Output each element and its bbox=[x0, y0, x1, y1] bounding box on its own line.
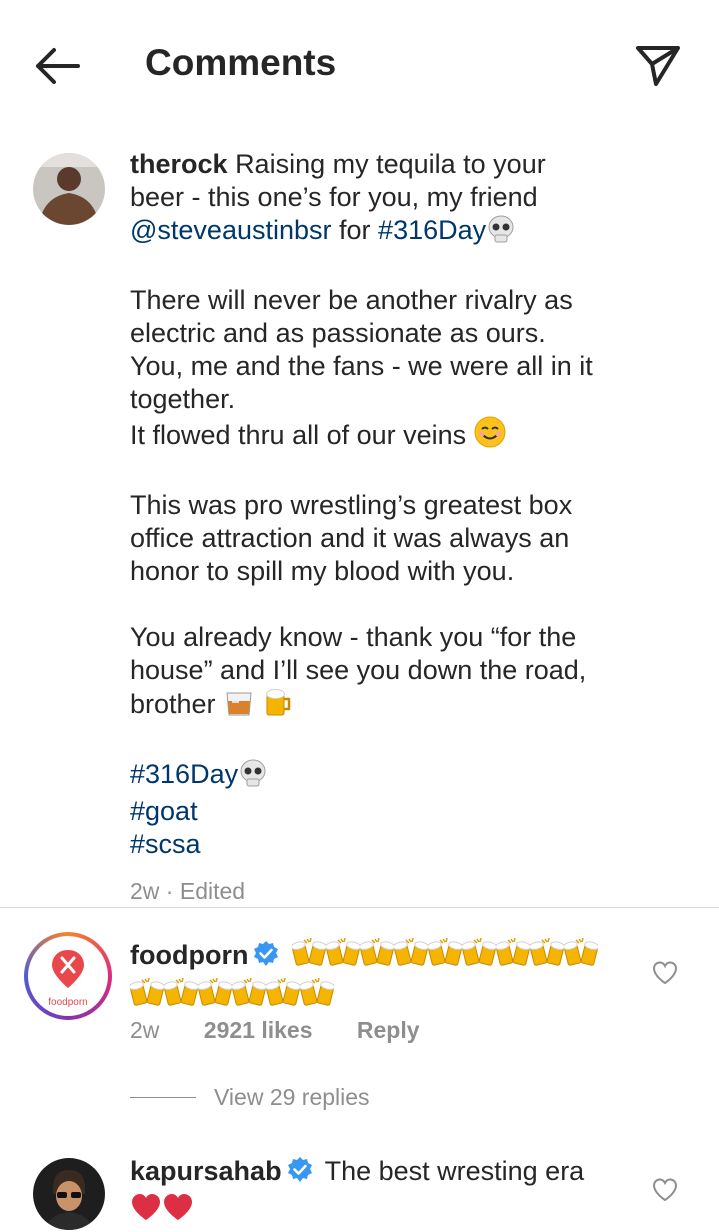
caption-line: There will never be another rivalry as bbox=[130, 285, 573, 315]
comment-likes[interactable]: 2921 likes bbox=[204, 1017, 313, 1043]
beer-mug-icon bbox=[263, 687, 293, 725]
post-time: 2w bbox=[130, 878, 160, 904]
heart-outline-icon bbox=[652, 961, 678, 985]
clinking-beer-mugs-icon bbox=[197, 976, 233, 1016]
view-replies-label: View 29 replies bbox=[214, 1084, 370, 1110]
profile-photo bbox=[33, 1158, 105, 1230]
hashtag-link[interactable]: #scsa bbox=[130, 828, 690, 861]
skull-icon bbox=[238, 759, 268, 795]
red-heart-icon bbox=[162, 1192, 194, 1230]
hashtag-link[interactable]: #316Day bbox=[378, 215, 486, 245]
divider bbox=[0, 907, 719, 908]
caption-line: office attraction and it was always an bbox=[130, 523, 570, 553]
clinking-beer-mugs-icon bbox=[359, 936, 395, 976]
smiling-face-icon bbox=[474, 416, 506, 456]
clinking-beer-mugs-icon bbox=[291, 936, 327, 976]
caption-line: Raising my tequila to your bbox=[235, 149, 546, 179]
hashtag-link[interactable]: #316Day bbox=[130, 759, 238, 789]
caption-word: for bbox=[339, 215, 371, 245]
comment-text: The best wresting era bbox=[324, 1156, 585, 1186]
paper-plane-icon bbox=[636, 46, 680, 86]
caption-line: It flowed thru all of our veins bbox=[130, 420, 467, 450]
clinking-beer-mugs-icon bbox=[393, 936, 429, 976]
post-caption: therock Raising my tequila to your beer … bbox=[130, 148, 690, 908]
mention-link[interactable]: @steveaustinbsr bbox=[130, 215, 332, 245]
author-avatar[interactable] bbox=[33, 153, 105, 225]
back-button[interactable] bbox=[28, 40, 84, 92]
caption-line: beer - this one’s for you, my friend bbox=[130, 182, 538, 212]
heart-outline-icon bbox=[652, 1178, 678, 1202]
clinking-beer-mugs-icon bbox=[529, 936, 565, 976]
share-button[interactable] bbox=[630, 40, 686, 92]
clinking-beer-mugs-emojis bbox=[291, 937, 599, 970]
caption-line: brother bbox=[130, 689, 216, 719]
post-meta: 2w · Edited bbox=[130, 878, 246, 904]
tumbler-glass-icon bbox=[223, 687, 255, 725]
caption-line: honor to spill my blood with you. bbox=[130, 556, 515, 586]
view-replies-button[interactable]: View 29 replies bbox=[130, 1084, 370, 1111]
commenter-avatar[interactable] bbox=[33, 1158, 105, 1230]
top-bar: Comments bbox=[0, 0, 719, 130]
edited-label: Edited bbox=[179, 878, 246, 904]
profile-photo bbox=[33, 153, 105, 225]
clinking-beer-mugs-icon bbox=[325, 936, 361, 976]
skull-icon bbox=[486, 215, 516, 251]
caption-line: electric and as passionate as ours. bbox=[130, 318, 546, 348]
clinking-beer-mugs-emojis bbox=[129, 976, 630, 1016]
like-comment-button[interactable] bbox=[651, 959, 679, 987]
caption-line: You already know - thank you “for the bbox=[130, 622, 577, 652]
clinking-beer-mugs-icon bbox=[163, 976, 199, 1016]
comment-username[interactable]: kapursahab bbox=[130, 1156, 282, 1186]
verified-badge-icon bbox=[252, 940, 280, 976]
hashtag-link[interactable]: #goat bbox=[130, 795, 690, 828]
replies-rule bbox=[130, 1097, 196, 1098]
svg-text:foodporn: foodporn bbox=[48, 997, 87, 1008]
caption-line: You, me and the fans - we were all in it bbox=[130, 351, 593, 381]
arrow-left-icon bbox=[36, 48, 80, 84]
clinking-beer-mugs-icon bbox=[129, 976, 165, 1016]
clinking-beer-mugs-icon bbox=[231, 976, 267, 1016]
caption-line: together. bbox=[130, 384, 236, 414]
like-comment-button[interactable] bbox=[651, 1176, 679, 1204]
clinking-beer-mugs-icon bbox=[299, 976, 335, 1016]
author-username[interactable]: therock bbox=[130, 149, 228, 179]
reply-button[interactable]: Reply bbox=[357, 1017, 420, 1043]
caption-line: house” and I’ll see you down the road, bbox=[130, 655, 587, 685]
comment-meta: 2w 2921 likes Reply bbox=[130, 1017, 458, 1044]
comment-time: 2w bbox=[130, 1017, 160, 1043]
clinking-beer-mugs-icon bbox=[427, 936, 463, 976]
clinking-beer-mugs-icon bbox=[265, 976, 301, 1016]
foodporn-logo: foodporn bbox=[28, 936, 108, 1016]
page-title: Comments bbox=[145, 42, 337, 83]
clinking-beer-mugs-icon bbox=[495, 936, 531, 976]
verified-badge-icon bbox=[286, 1156, 314, 1192]
comment-username[interactable]: foodporn bbox=[130, 940, 248, 970]
caption-line: This was pro wrestling’s greatest box bbox=[130, 490, 573, 520]
comment-body: kapursahab The best wresting era bbox=[130, 1154, 640, 1230]
commenter-avatar-story-ring[interactable]: foodporn bbox=[24, 932, 112, 1020]
clinking-beer-mugs-icon bbox=[461, 936, 497, 976]
comment-body: foodporn bbox=[129, 936, 630, 1016]
clinking-beer-mugs-icon bbox=[563, 936, 599, 976]
red-heart-icon bbox=[130, 1192, 162, 1230]
